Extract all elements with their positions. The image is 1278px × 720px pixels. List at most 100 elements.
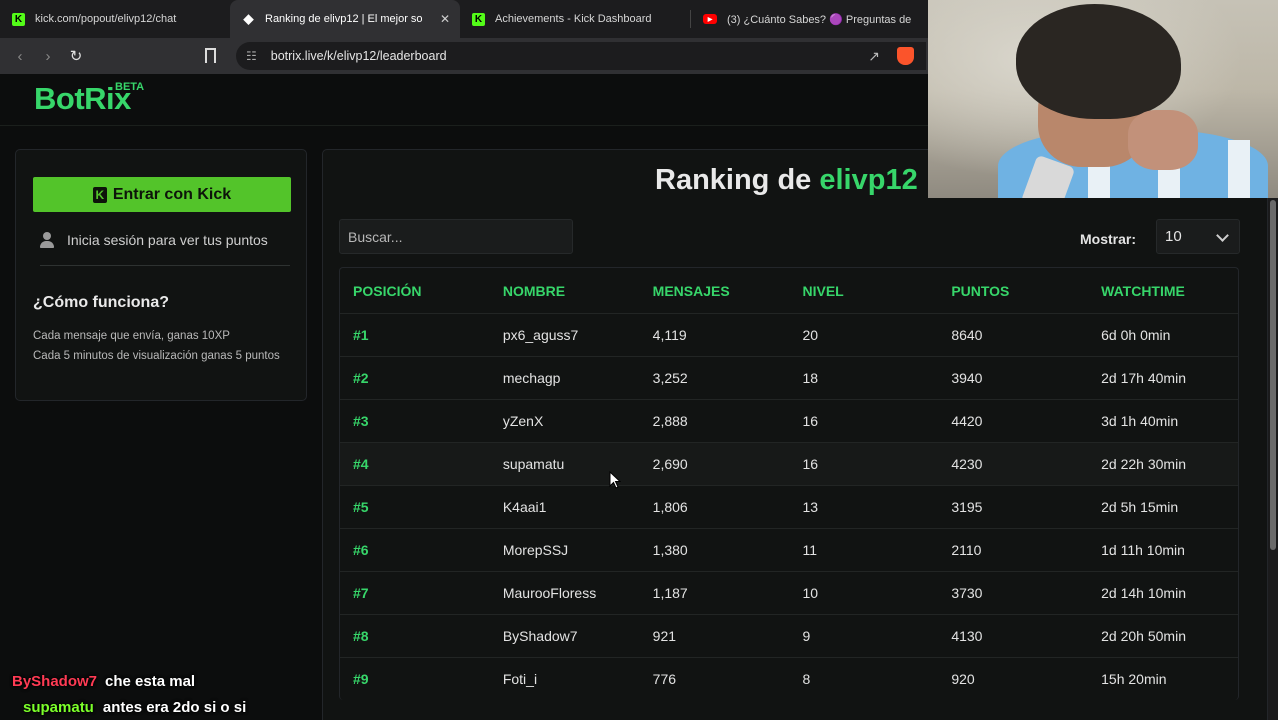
how-line: Cada 5 minutos de visualización ganas 5 … xyxy=(33,350,280,362)
cell-messages: 1,806 xyxy=(652,499,688,515)
header-name[interactable]: NOMBRE xyxy=(490,283,640,299)
leaderboard-card: Ranking de elivp12 Mostrar: 10 POSICIÓN … xyxy=(322,149,1268,720)
cell-name: px6_aguss7 xyxy=(502,327,579,343)
header-watchtime[interactable]: WATCHTIME xyxy=(1088,283,1238,299)
cell-position: #2 xyxy=(353,370,369,386)
how-it-works-title: ¿Cómo funciona? xyxy=(33,294,169,311)
title-username: elivp12 xyxy=(819,164,918,196)
user-icon xyxy=(40,232,54,248)
cell-level: 11 xyxy=(802,542,818,558)
how-line: Cada mensaje que envía, ganas 10XP xyxy=(33,330,230,342)
webcam-shirt-stripe xyxy=(1228,140,1250,198)
cell-level: 9 xyxy=(802,628,811,644)
page-scrollbar[interactable] xyxy=(1268,198,1278,720)
show-label: Mostrar: xyxy=(1080,231,1137,247)
cell-points: 8640 xyxy=(951,327,983,343)
cell-position: #3 xyxy=(353,413,369,429)
cell-name: yZenX xyxy=(502,413,544,429)
chat-username: supamatu xyxy=(23,698,94,716)
tab-youtube[interactable]: ▶ (3) ¿Cuánto Sabes? 🟣 Preguntas de xyxy=(691,0,928,38)
cell-points: 4420 xyxy=(951,413,983,429)
cell-points: 920 xyxy=(951,671,975,687)
kick-icon: K xyxy=(92,186,107,203)
table-row: #5 K4aai1 1,806 13 3195 2d 5h 15min xyxy=(340,485,1238,528)
brave-shields-icon[interactable] xyxy=(897,47,914,65)
forward-icon[interactable]: › xyxy=(34,42,62,70)
cell-points: 3730 xyxy=(951,585,983,601)
login-button-label: Entrar con Kick xyxy=(112,185,232,203)
header-points[interactable]: PUNTOS xyxy=(938,283,1088,299)
cell-level: 18 xyxy=(802,370,819,386)
webcam-hair xyxy=(1016,4,1181,119)
header-level[interactable]: NIVEL xyxy=(789,283,938,299)
select-value: 10 xyxy=(1165,228,1182,245)
webcam-hand xyxy=(1128,110,1198,170)
cell-watchtime: 2d 20h 50min xyxy=(1101,628,1186,644)
table-row: #3 yZenX 2,888 16 4420 3d 1h 40min xyxy=(340,399,1238,442)
cell-watchtime: 1d 11h 10min xyxy=(1101,542,1185,558)
rows-per-page-select[interactable]: 10 xyxy=(1156,219,1240,254)
botrix-icon: ◆ xyxy=(243,11,254,26)
kick-icon: K xyxy=(472,12,485,26)
search-input[interactable] xyxy=(339,219,573,254)
tab-title: Ranking de elivp12 | El mejor so xyxy=(265,13,423,25)
kick-icon: K xyxy=(12,12,25,26)
beta-badge: BETA xyxy=(115,81,145,93)
webcam-overlay xyxy=(928,0,1278,198)
cell-position: #9 xyxy=(353,671,369,687)
cell-level: 16 xyxy=(802,413,819,429)
sidebar-card: K Entrar con Kick Inicia sesión para ver… xyxy=(15,149,307,401)
cell-watchtime: 2d 5h 15min xyxy=(1101,499,1179,515)
cell-watchtime: 2d 14h 10min xyxy=(1101,585,1186,601)
cell-level: 13 xyxy=(802,499,819,515)
bookmark-icon[interactable] xyxy=(205,48,216,63)
cell-watchtime: 2d 22h 30min xyxy=(1101,456,1186,472)
leaderboard-table: POSICIÓN NOMBRE MENSAJES NIVEL PUNTOS WA… xyxy=(339,267,1239,700)
close-tab-icon[interactable]: ✕ xyxy=(440,12,450,26)
cell-watchtime: 3d 1h 40min xyxy=(1101,413,1179,429)
share-icon[interactable]: ↗ xyxy=(868,48,880,65)
tab-title: (3) ¿Cuánto Sabes? 🟣 Preguntas de xyxy=(727,13,912,26)
page-title: Ranking de elivp12 xyxy=(655,164,918,197)
header-messages[interactable]: MENSAJES xyxy=(640,283,790,299)
cell-level: 8 xyxy=(802,671,811,687)
tab-title: Achievements - Kick Dashboard xyxy=(495,13,652,25)
table-row: #9 Foti_i 776 8 920 15h 20min xyxy=(340,657,1238,700)
cell-name: Foti_i xyxy=(502,671,538,687)
chat-text: che esta mal xyxy=(105,672,196,690)
cell-position: #6 xyxy=(353,542,369,558)
table-row: #7 MaurooFloress 1,187 10 3730 2d 14h 10min xyxy=(340,571,1238,614)
tab-achievements[interactable]: K Achievements - Kick Dashboard xyxy=(460,0,690,38)
cell-points: 4130 xyxy=(951,628,983,644)
reload-icon[interactable]: ↻ xyxy=(62,42,90,70)
address-bar[interactable]: ☷ botrix.live/k/elivp12/leaderboard ↗ xyxy=(236,42,926,70)
tab-ranking[interactable]: ◆ Ranking de elivp12 | El mejor so ✕ xyxy=(230,0,460,38)
cell-points: 3940 xyxy=(951,370,983,386)
login-hint: Inicia sesión para ver tus puntos xyxy=(40,232,268,248)
cell-points: 2110 xyxy=(951,542,982,558)
tab-kick-chat[interactable]: K kick.com/popout/elivp12/chat xyxy=(0,0,230,38)
header-position[interactable]: POSICIÓN xyxy=(340,283,490,299)
cell-position: #5 xyxy=(353,499,369,515)
cell-messages: 921 xyxy=(652,628,677,644)
cell-level: 16 xyxy=(802,456,819,472)
back-icon[interactable]: ‹ xyxy=(6,42,34,70)
cell-name: ByShadow7 xyxy=(502,628,578,644)
table-row: #2 mechagp 3,252 18 3940 2d 17h 40min xyxy=(340,356,1238,399)
browser-toolbar: ‹ › ↻ ☷ botrix.live/k/elivp12/leaderboar… xyxy=(0,38,928,74)
cell-name: MaurooFloress xyxy=(502,585,597,601)
chat-username: ByShadow7 xyxy=(12,672,98,690)
scrollbar-thumb[interactable] xyxy=(1270,200,1276,550)
cell-position: #1 xyxy=(353,327,369,343)
site-info-icon[interactable]: ☷ xyxy=(246,49,257,63)
cell-position: #8 xyxy=(353,628,369,644)
cell-messages: 1,380 xyxy=(652,542,688,558)
login-with-kick-button[interactable]: K Entrar con Kick xyxy=(33,177,291,212)
chevron-down-icon xyxy=(1216,229,1229,242)
youtube-icon: ▶ xyxy=(703,14,717,24)
url-text[interactable]: botrix.live/k/elivp12/leaderboard xyxy=(271,49,447,63)
table-row: #6 MorepSSJ 1,380 11 2110 1d 11h 10min xyxy=(340,528,1238,571)
chat-message: ByShadow7 che esta mal xyxy=(0,668,320,694)
chat-message: supamatu antes era 2do si o si xyxy=(0,694,320,720)
divider xyxy=(40,265,290,266)
